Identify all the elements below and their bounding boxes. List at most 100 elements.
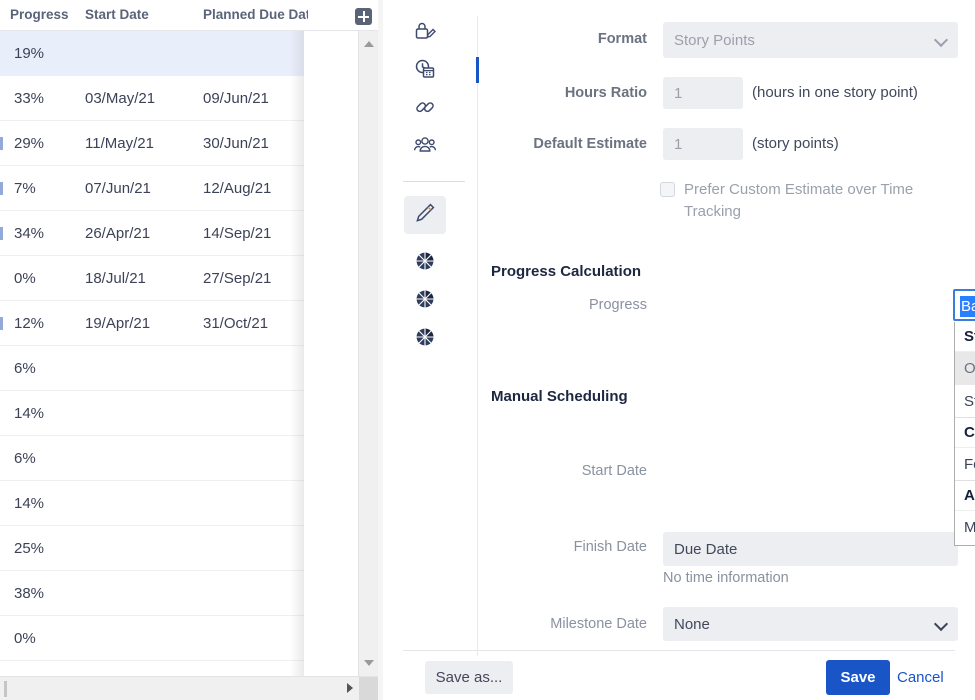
cell-planned-due-date: 12/Aug/21 bbox=[203, 180, 272, 197]
row-indicator bbox=[0, 182, 3, 195]
scroll-right-arrow-icon[interactable] bbox=[347, 683, 353, 693]
row-indicator bbox=[0, 137, 3, 150]
table-row[interactable]: 0% bbox=[0, 616, 358, 661]
dropdown-option[interactable]: Formula... bbox=[955, 448, 975, 481]
cancel-button[interactable]: Cancel bbox=[897, 660, 944, 695]
default-estimate-input[interactable]: 1 bbox=[663, 128, 743, 160]
table-row[interactable]: 34% 26/Apr/21 14/Sep/21 bbox=[0, 211, 358, 256]
table-row[interactable]: 14% bbox=[0, 481, 358, 526]
progress-select[interactable]: Based on Work Estimates bbox=[953, 289, 975, 321]
cell-planned-due-date: 14/Sep/21 bbox=[203, 225, 272, 242]
scroll-up-arrow-icon[interactable] bbox=[359, 35, 379, 53]
table-row[interactable]: 12% 19/Apr/21 31/Oct/21 bbox=[0, 301, 358, 346]
rail-item-chart-2[interactable] bbox=[404, 282, 446, 320]
cell-start-date: 19/Apr/21 bbox=[85, 315, 151, 332]
cell-planned-due-date: 09/Jun/21 bbox=[203, 90, 269, 107]
table-row[interactable]: 19% bbox=[0, 31, 358, 76]
cell-progress: 0% bbox=[14, 630, 36, 647]
start-date-label: Start Date bbox=[581, 463, 647, 479]
table-vertical-scrollbar[interactable] bbox=[358, 31, 378, 676]
save-button[interactable]: Save bbox=[826, 660, 890, 695]
pie-chart-icon bbox=[414, 288, 436, 315]
cell-progress: 6% bbox=[14, 360, 36, 377]
cell-planned-due-date bbox=[203, 436, 308, 481]
column-header-start-date[interactable]: Start Date bbox=[85, 0, 185, 30]
save-as-button[interactable]: Save as... bbox=[425, 661, 513, 694]
rail-item-links[interactable] bbox=[404, 90, 446, 128]
cell-planned-due-date bbox=[203, 616, 308, 661]
format-label: Format bbox=[597, 31, 647, 47]
cell-start-date bbox=[85, 391, 190, 436]
scroll-down-arrow-icon[interactable] bbox=[359, 654, 379, 672]
link-icon bbox=[413, 95, 437, 124]
cell-planned-due-date: 30/Jun/21 bbox=[203, 135, 269, 152]
people-group-icon bbox=[413, 133, 437, 162]
dropdown-option[interactable]: Manual Specification bbox=[955, 511, 975, 544]
dropdown-group-header: Standard Attributes bbox=[955, 322, 975, 352]
rail-item-chart-1[interactable] bbox=[404, 244, 446, 282]
table-row[interactable]: 29% 11/May/21 30/Jun/21 bbox=[0, 121, 358, 166]
progress-label: Progress bbox=[588, 297, 647, 313]
rail-divider bbox=[403, 181, 465, 182]
progress-calculation-title: Progress Calculation bbox=[491, 263, 642, 280]
rail-item-styling[interactable] bbox=[404, 196, 446, 234]
no-time-information-hint: No time information bbox=[663, 570, 789, 586]
cell-start-date bbox=[85, 436, 190, 481]
cell-progress: 6% bbox=[14, 450, 36, 467]
milestone-date-select[interactable]: None bbox=[663, 607, 958, 641]
cell-planned-due-date bbox=[203, 346, 308, 391]
table-row[interactable]: 14% bbox=[0, 391, 358, 436]
prefer-custom-estimate-label: Prefer Custom Estimate over Time Trackin… bbox=[684, 181, 914, 220]
column-header-planned-due-date[interactable]: Planned Due Date bbox=[203, 0, 308, 30]
cell-start-date: 11/May/21 bbox=[85, 135, 154, 152]
add-column-icon[interactable] bbox=[355, 8, 372, 25]
table-row[interactable]: 33% 03/May/21 09/Jun/21 bbox=[0, 76, 358, 121]
horizontal-scroll-thumb[interactable] bbox=[4, 681, 7, 697]
cell-planned-due-date bbox=[203, 661, 308, 676]
rail-item-resources[interactable] bbox=[404, 128, 446, 166]
app-root: Progress Start Date Planned Due Date 19%… bbox=[0, 0, 975, 700]
table-row[interactable]: 6% bbox=[0, 346, 358, 391]
default-estimate-value: 1 bbox=[674, 135, 683, 153]
progress-options-list: Standard AttributesOriginal story points… bbox=[955, 322, 975, 544]
format-select[interactable]: Story Points bbox=[663, 22, 958, 58]
rail-item-permissions[interactable] bbox=[404, 14, 446, 52]
dropdown-option[interactable]: Story Points bbox=[955, 385, 975, 418]
column-header-progress[interactable]: Progress bbox=[10, 0, 78, 30]
dropdown-option[interactable]: Original story points bbox=[955, 352, 975, 385]
lock-edit-icon bbox=[413, 19, 437, 48]
table-row[interactable]: 7% 07/Jun/21 12/Aug/21 bbox=[0, 166, 358, 211]
cell-progress: 14% bbox=[14, 495, 45, 512]
milestone-date-value: None bbox=[674, 615, 710, 633]
prefer-custom-estimate-checkbox[interactable] bbox=[660, 182, 675, 197]
gantt-table-panel: Progress Start Date Planned Due Date 19%… bbox=[0, 0, 381, 700]
cell-start-date bbox=[85, 346, 190, 391]
manual-scheduling-title: Manual Scheduling bbox=[491, 388, 628, 405]
progress-options-dropdown[interactable]: Standard AttributesOriginal story points… bbox=[954, 322, 975, 546]
hours-ratio-input[interactable]: 1 bbox=[663, 77, 743, 109]
cell-start-date: 18/Jul/21 bbox=[85, 270, 146, 287]
pie-chart-icon bbox=[414, 326, 436, 353]
table-row[interactable]: 6% bbox=[0, 436, 358, 481]
chevron-down-icon bbox=[936, 618, 947, 629]
default-estimate-label: Default Estimate bbox=[533, 136, 647, 152]
table-row[interactable]: 25% bbox=[0, 526, 358, 571]
cell-progress: 29% bbox=[14, 135, 45, 152]
cell-progress: 34% bbox=[14, 225, 45, 242]
cell-start-date bbox=[85, 526, 190, 571]
rail-item-schedule[interactable] bbox=[404, 52, 446, 90]
cell-progress: 19% bbox=[14, 45, 45, 62]
cell-planned-due-date bbox=[203, 31, 308, 76]
table-row[interactable]: 0% 18/Jul/21 27/Sep/21 bbox=[0, 256, 358, 301]
row-indicator bbox=[0, 317, 3, 330]
table-row[interactable]: 38% bbox=[0, 571, 358, 616]
settings-form: Format Story Points Hours Ratio 1 (hours… bbox=[477, 0, 975, 648]
cell-planned-due-date bbox=[203, 571, 308, 616]
rail-item-chart-3[interactable] bbox=[404, 320, 446, 358]
table-row[interactable]: 0% bbox=[0, 661, 358, 676]
cell-start-date: 26/Apr/21 bbox=[85, 225, 151, 242]
finish-date-select[interactable]: Due Date bbox=[663, 532, 958, 566]
table-header-row: Progress Start Date Planned Due Date bbox=[0, 0, 381, 31]
table-horizontal-scrollbar[interactable] bbox=[0, 676, 381, 700]
finish-date-value: Due Date bbox=[674, 540, 738, 558]
